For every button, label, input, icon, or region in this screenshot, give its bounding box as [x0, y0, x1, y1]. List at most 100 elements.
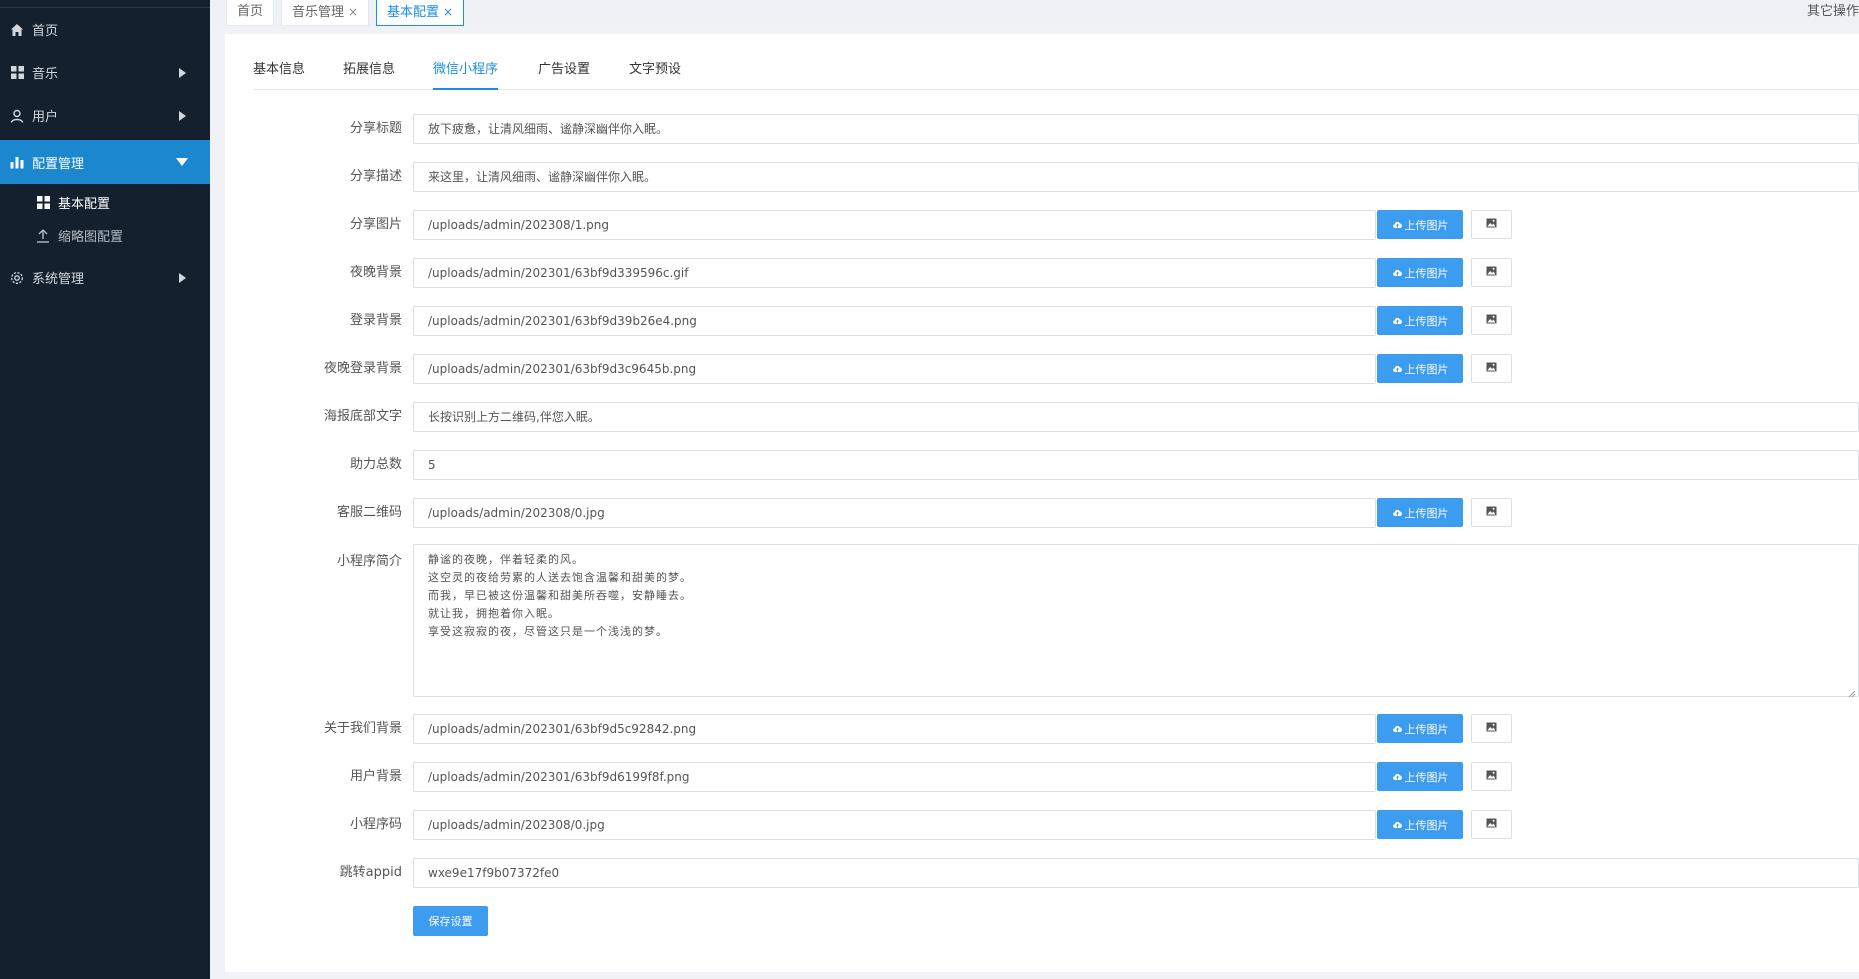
- upload-image-button[interactable]: 上传图片: [1377, 714, 1463, 743]
- form-row-share-desc: 分享描述 来这里，让清风细雨、谧静深幽伴你入眠。: [225, 162, 1859, 192]
- textarea-line: 这空灵的夜给劳累的人送去饱含温馨和甜美的梦。: [428, 571, 692, 584]
- upload-image-button[interactable]: 上传图片: [1377, 354, 1463, 383]
- sidebar: 首页 音乐 用户 配置管理 基本配置 缩略图配置 系统管理: [0, 0, 210, 979]
- field-label: 客服二维码: [336, 505, 402, 520]
- sidebar-subitem-label: 基本配置: [58, 197, 111, 212]
- upload-image-button[interactable]: 上传图片: [1377, 306, 1463, 335]
- night-login-bg-input[interactable]: /uploads/admin/202301/63bf9d3c9645b.png: [413, 354, 1376, 384]
- share-desc-input[interactable]: 来这里，让清风细雨、谧静深幽伴你入眠。: [413, 162, 1859, 192]
- user-bg-input[interactable]: /uploads/admin/202301/63bf9d6199f8f.png: [413, 762, 1376, 792]
- chevron-right-icon: [179, 110, 186, 121]
- share-title-input[interactable]: 放下疲惫，让清风细雨、谧静深幽伴你入眠。: [413, 114, 1859, 144]
- field-label: 助力总数: [349, 457, 402, 472]
- poster-text-input[interactable]: 长按识别上方二维码,伴您入眠。: [413, 402, 1859, 432]
- mini-code-input[interactable]: /uploads/admin/202308/0.jpg: [413, 810, 1376, 840]
- upload-button-label: 上传图片: [1404, 722, 1449, 736]
- form-row-service-qr: 客服二维码 /uploads/admin/202308/0.jpg 上传图片: [225, 498, 1859, 528]
- field-label: 夜晚背景: [349, 265, 402, 280]
- image-preview-button[interactable]: [1471, 354, 1512, 383]
- image-preview-button[interactable]: [1471, 498, 1512, 527]
- textarea-line: 而我，早已被这份温馨和甜美所吞噬，安静睡去。: [428, 589, 692, 602]
- subtab-wechat-mini[interactable]: 微信小程序: [433, 62, 499, 90]
- bar-chart-icon: [10, 155, 24, 169]
- sidebar-item-home[interactable]: 首页: [0, 8, 210, 51]
- upload-image-button[interactable]: 上传图片: [1377, 762, 1463, 791]
- form-row-share-image: 分享图片 /uploads/admin/202308/1.png 上传图片: [225, 210, 1859, 240]
- close-icon[interactable]: ×: [443, 5, 453, 19]
- subtab-text-preset[interactable]: 文字预设: [629, 62, 681, 90]
- login-bg-input[interactable]: /uploads/admin/202301/63bf9d39b26e4.png: [413, 306, 1376, 336]
- form-row-poster-text: 海报底部文字 长按识别上方二维码,伴您入眠。: [225, 402, 1859, 432]
- subtab-extend-info[interactable]: 拓展信息: [343, 62, 395, 90]
- close-icon[interactable]: ×: [348, 5, 358, 19]
- user-icon: [10, 109, 24, 123]
- grid-icon: [10, 66, 24, 80]
- sidebar-item-label: 音乐: [32, 67, 59, 82]
- textarea-line: 享受这寂寂的夜，尽管这只是一个浅浅的梦。: [428, 625, 668, 638]
- cloud-upload-icon: [1392, 220, 1403, 229]
- form-row-help-total: 助力总数 5: [225, 450, 1859, 480]
- sidebar-item-user[interactable]: 用户: [0, 94, 210, 137]
- resize-handle-icon[interactable]: [1848, 686, 1856, 698]
- image-icon: [1486, 313, 1497, 328]
- intro-textarea[interactable]: 静谧的夜晚，伴着轻柔的风。 这空灵的夜给劳累的人送去饱含温馨和甜美的梦。 而我，…: [413, 544, 1859, 698]
- field-label: 用户背景: [349, 769, 402, 784]
- sidebar-submenu: 基本配置 缩略图配置: [0, 184, 210, 256]
- share-image-input[interactable]: /uploads/admin/202308/1.png: [413, 210, 1376, 240]
- form-row-mini-code: 小程序码 /uploads/admin/202308/0.jpg 上传图片: [225, 810, 1859, 840]
- form-row-save: 保存设置: [225, 906, 1859, 936]
- service-qr-input[interactable]: /uploads/admin/202308/0.jpg: [413, 498, 1376, 528]
- subtab-ad-settings[interactable]: 广告设置: [538, 62, 590, 90]
- textarea-line: 就让我，拥抱着你入眠。: [428, 607, 560, 620]
- gear-icon: [10, 271, 24, 285]
- sidebar-item-config[interactable]: 配置管理: [0, 140, 210, 184]
- upload-image-button[interactable]: 上传图片: [1377, 258, 1463, 287]
- page-tab-bar: 首页 音乐管理 × 基本配置 × 其它操作: [210, 0, 1859, 26]
- field-label: 关于我们背景: [323, 721, 402, 736]
- chevron-right-icon: [179, 67, 186, 78]
- subtab-basic-info[interactable]: 基本信息: [253, 62, 305, 90]
- image-icon: [1486, 721, 1497, 736]
- tab-music-manage[interactable]: 音乐管理 ×: [281, 0, 370, 26]
- night-bg-input[interactable]: /uploads/admin/202301/63bf9d339596c.gif: [413, 258, 1376, 288]
- image-preview-button[interactable]: [1471, 258, 1512, 287]
- sidebar-item-system[interactable]: 系统管理: [0, 256, 210, 299]
- sidebar-subitem-basic-config[interactable]: 基本配置: [0, 186, 210, 219]
- upload-image-button[interactable]: 上传图片: [1377, 210, 1463, 239]
- form-row-jump-appid: 跳转appid wxe9e17f9b07372fe0: [225, 858, 1859, 888]
- image-icon: [1486, 769, 1497, 784]
- help-total-input[interactable]: 5: [413, 450, 1859, 480]
- form-row-about-bg: 关于我们背景 /uploads/admin/202301/63bf9d5c928…: [225, 714, 1859, 744]
- image-preview-button[interactable]: [1471, 810, 1512, 839]
- chevron-down-icon: [176, 158, 188, 166]
- tab-label: 音乐管理: [292, 5, 345, 20]
- tab-basic-config[interactable]: 基本配置 ×: [376, 0, 465, 26]
- other-operations-menu[interactable]: 其它操作: [1798, 0, 1859, 26]
- image-preview-button[interactable]: [1471, 210, 1512, 239]
- cloud-upload-icon: [1392, 364, 1403, 373]
- upload-button-label: 上传图片: [1404, 770, 1449, 784]
- sidebar-item-music[interactable]: 音乐: [0, 51, 210, 94]
- config-subtabs: 基本信息 拓展信息 微信小程序 广告设置 文字预设: [253, 62, 1859, 90]
- jump-appid-input[interactable]: wxe9e17f9b07372fe0: [413, 858, 1859, 888]
- upload-button-label: 上传图片: [1404, 314, 1449, 328]
- cloud-upload-icon: [1392, 724, 1403, 733]
- cloud-upload-icon: [1392, 508, 1403, 517]
- image-preview-button[interactable]: [1471, 306, 1512, 335]
- upload-image-button[interactable]: 上传图片: [1377, 498, 1463, 527]
- form-row-share-title: 分享标题 放下疲惫，让清风细雨、谧静深幽伴你入眠。: [225, 114, 1859, 144]
- config-panel: 基本信息 拓展信息 微信小程序 广告设置 文字预设 分享标题 放下疲惫，让清风细…: [225, 34, 1859, 972]
- cloud-upload-icon: [1392, 268, 1403, 277]
- upload-image-button[interactable]: 上传图片: [1377, 810, 1463, 839]
- tab-home[interactable]: 首页: [226, 0, 275, 26]
- tab-label: 基本配置: [387, 5, 440, 20]
- image-preview-button[interactable]: [1471, 762, 1512, 791]
- image-preview-button[interactable]: [1471, 714, 1512, 743]
- save-settings-button[interactable]: 保存设置: [413, 906, 488, 936]
- upload-icon: [36, 229, 50, 243]
- sidebar-subitem-thumbnail-config[interactable]: 缩略图配置: [0, 219, 210, 252]
- field-label: 登录背景: [349, 313, 402, 328]
- image-icon: [1486, 217, 1497, 232]
- about-bg-input[interactable]: /uploads/admin/202301/63bf9d5c92842.png: [413, 714, 1376, 744]
- cloud-upload-icon: [1392, 772, 1403, 781]
